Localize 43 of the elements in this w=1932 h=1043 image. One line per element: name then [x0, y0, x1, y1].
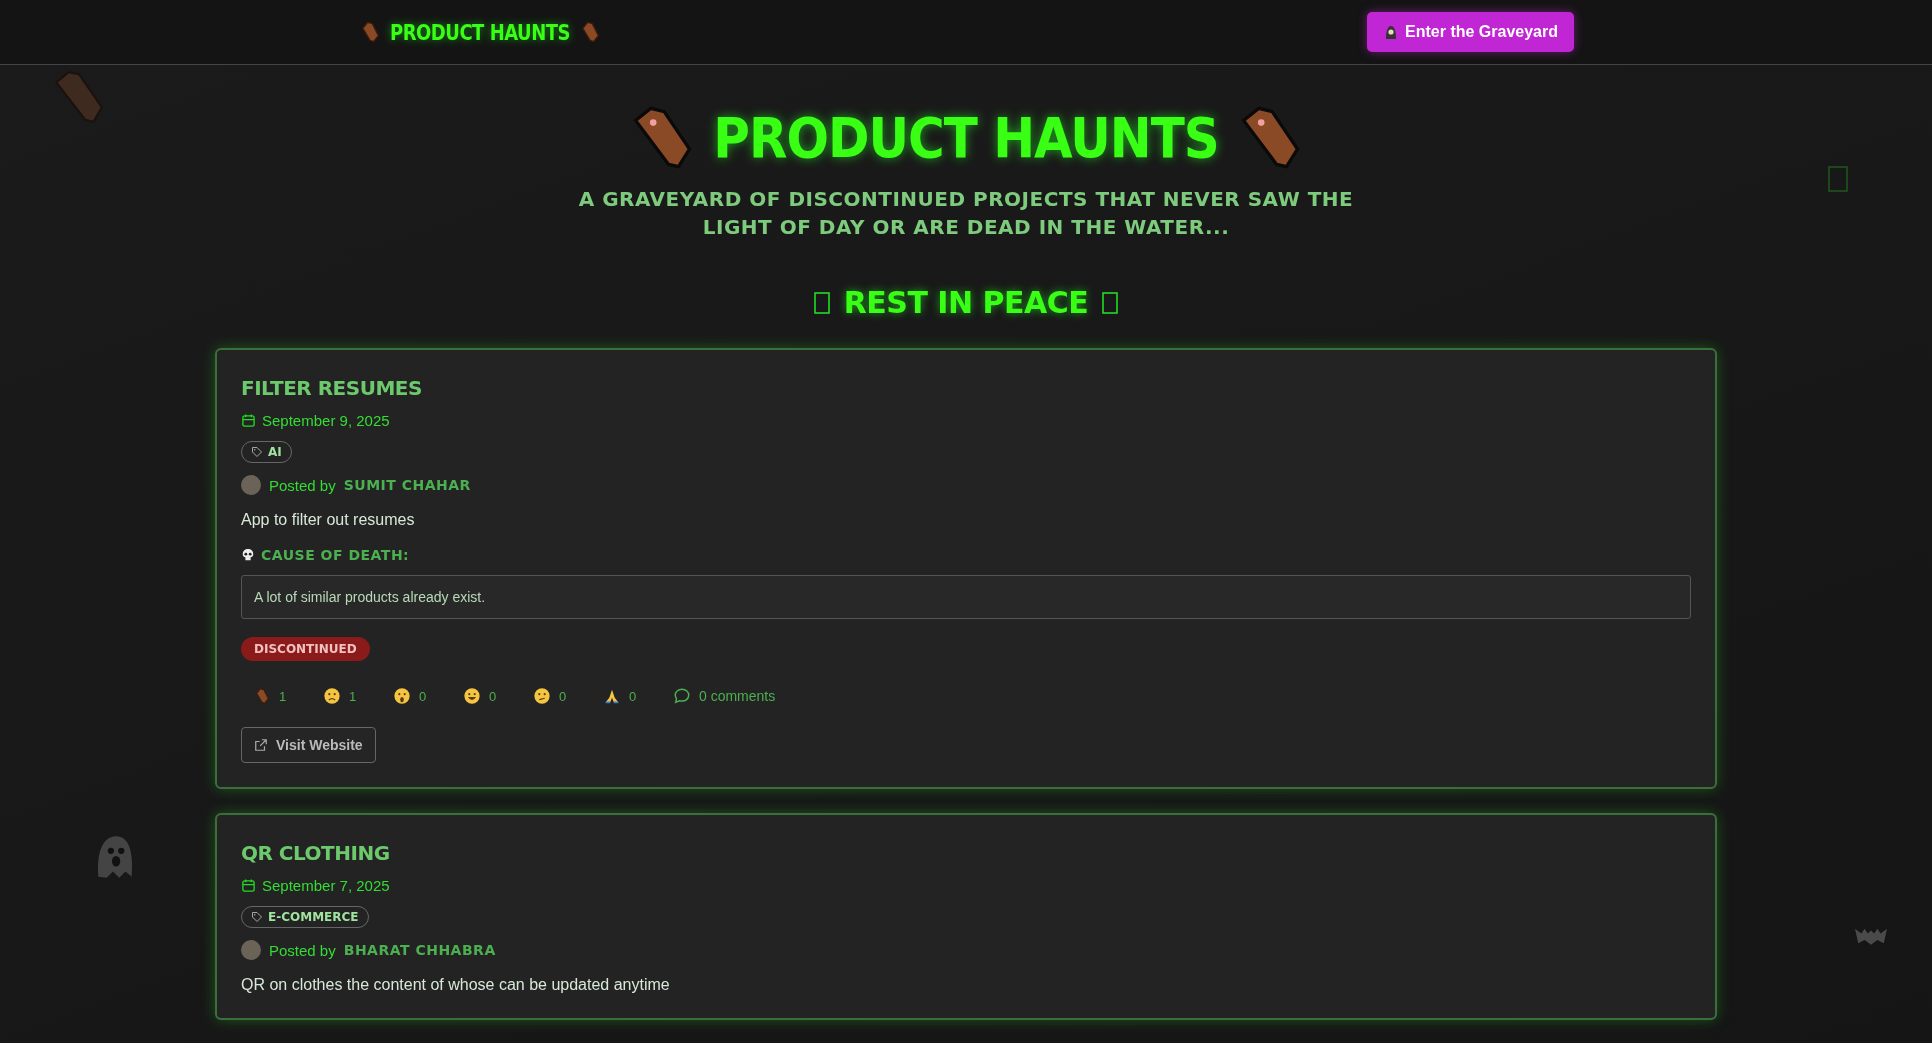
page-subtitle: A GRAVEYARD OF DISCONTINUED PROJECTS THAT NEVER SAW THE LIGHT OF DAY OR ARE DEAD IN THE WATER...	[577, 186, 1355, 241]
sad-face-icon	[323, 687, 341, 705]
laugh-face-icon	[463, 687, 481, 705]
avatar	[241, 475, 261, 495]
missing-glyph-icon	[1102, 291, 1119, 314]
posted-by-label: Posted by	[269, 476, 336, 494]
external-link-icon	[254, 738, 268, 752]
section-heading: REST IN PEACE	[843, 285, 1089, 320]
post-date: September 9, 2025	[262, 412, 390, 429]
enter-graveyard-button[interactable]: Enter the Graveyard	[1367, 12, 1574, 52]
tag-icon	[251, 911, 263, 923]
coffin-icon	[253, 687, 271, 705]
speech-bubble-icon	[673, 687, 691, 705]
page-title: PRODUCT HAUNTS	[713, 105, 1219, 171]
confused-face-icon	[533, 687, 551, 705]
avatar	[241, 940, 261, 960]
comments-button[interactable]: 0 comments	[661, 683, 788, 709]
post-date: September 7, 2025	[262, 877, 390, 894]
post-title: QR CLOTHING	[241, 841, 390, 865]
cause-of-death-text: A lot of similar products already exist.	[241, 575, 1691, 619]
author-name[interactable]: BHARAT CHHABRA	[343, 942, 496, 958]
status-badge: DISCONTINUED	[241, 637, 370, 661]
reaction-button[interactable]: 0	[381, 683, 447, 709]
site-logo[interactable]: PRODUCT HAUNTS	[390, 19, 571, 45]
reaction-button[interactable]: 1	[241, 683, 307, 709]
scream-face-icon	[393, 687, 411, 705]
author-name[interactable]: SUMIT CHAHAR	[343, 477, 471, 493]
skull-icon	[241, 548, 255, 562]
post-title: FILTER RESUMES	[241, 376, 422, 400]
post-description: QR on clothes the content of whose can be updated anytime	[241, 976, 670, 994]
posted-by-label: Posted by	[269, 941, 336, 959]
calendar-icon	[241, 878, 256, 893]
missing-glyph-icon	[1828, 166, 1848, 192]
calendar-icon	[241, 413, 256, 428]
reaction-button[interactable]: 0	[591, 683, 657, 709]
post-description: App to filter out resumes	[241, 511, 415, 529]
reaction-button[interactable]: 0	[451, 683, 517, 709]
reaction-button[interactable]: 0	[521, 683, 587, 709]
missing-glyph-icon	[813, 291, 830, 314]
reaction-button[interactable]: 1	[311, 683, 377, 709]
visit-website-button[interactable]: Visit Website	[241, 727, 376, 763]
cause-of-death-label: CAUSE OF DEATH:	[261, 547, 410, 563]
tag-icon	[251, 446, 263, 458]
